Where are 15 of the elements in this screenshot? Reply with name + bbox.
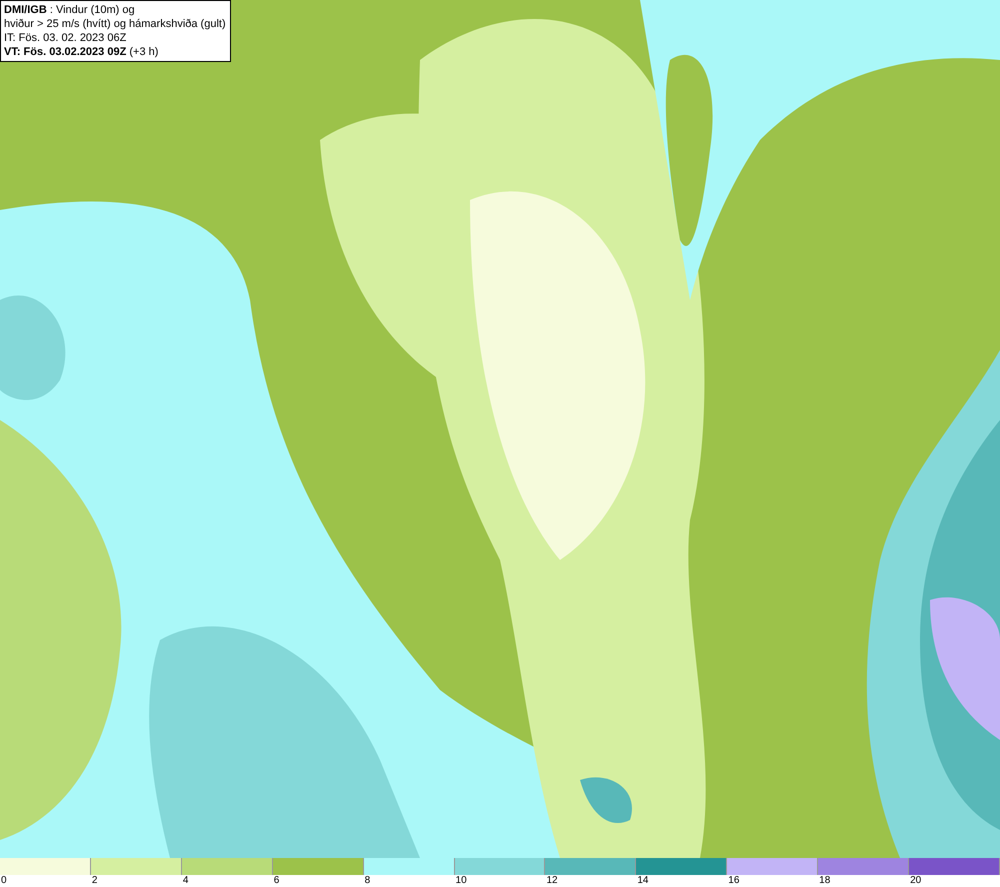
legend-tick-label: 10 (454, 875, 467, 887)
legend-tick-label: 16 (727, 875, 740, 887)
legend-tick-label: 14 (636, 875, 648, 887)
legend-tick-label: 12 (545, 875, 558, 887)
title-text: DMI/IGB : Vindur (10m) og (4, 3, 136, 17)
title-text: VT: Fös. 03.02.2023 09Z (+3 h) (4, 45, 160, 59)
legend-tick-label: 0 (0, 875, 7, 887)
legend-tick-label: 20 (909, 875, 922, 887)
title-text: IT: Fös. 03. 02. 2023 06Z (4, 31, 128, 45)
legend-tick-label: 6 (272, 875, 280, 887)
legend-tick-label: 4 (182, 875, 188, 887)
title-text: hviður > 25 m/s (hvítt) og hámarkshviða (gult) (4, 17, 226, 31)
legend-tick-label: 18 (818, 875, 830, 887)
legend-tick-label: 8 (364, 875, 370, 887)
legend-tick-label: 2 (90, 875, 98, 887)
